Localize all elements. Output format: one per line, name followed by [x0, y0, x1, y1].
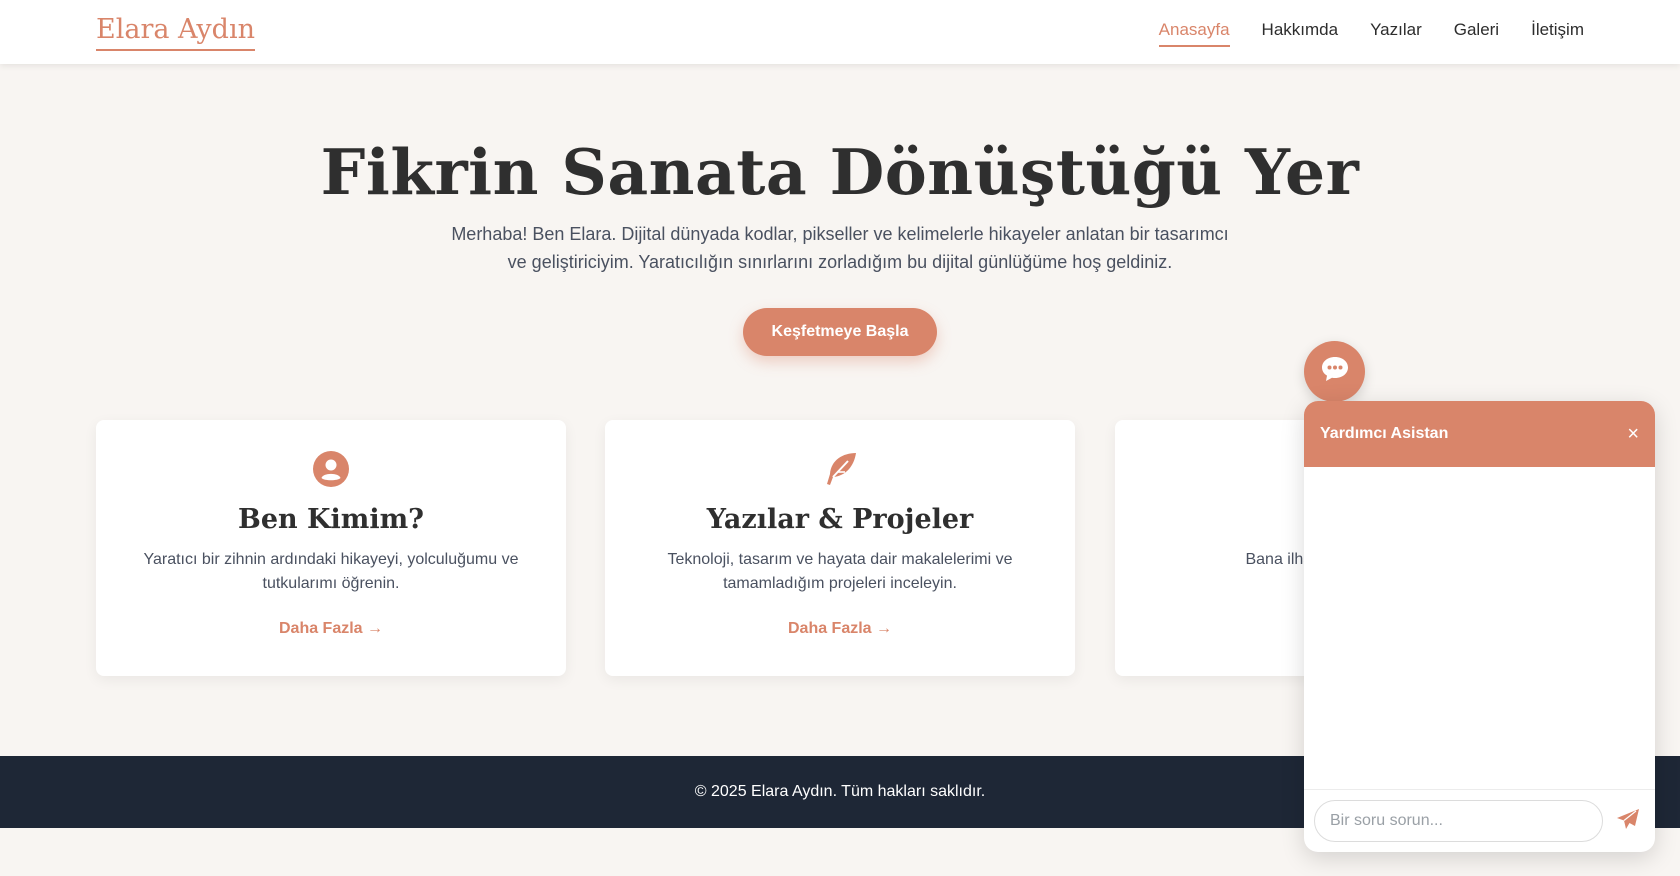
main-nav: Anasayfa Hakkımda Yazılar Galeri İletişi…	[1158, 0, 1584, 64]
chat-title: Yardımcı Asistan	[1320, 425, 1449, 442]
card-more-link[interactable]: Daha Fazla →	[96, 620, 566, 638]
card-about: Ben Kimim? Yaratıcı bir zihnin ardındaki…	[96, 420, 566, 676]
site-header: Elara Aydın Anasayfa Hakkımda Yazılar Ga…	[0, 0, 1680, 64]
copyright-text: © 2025 Elara Aydın. Tüm hakları saklıdır…	[694, 783, 986, 800]
explore-button[interactable]: Keşfetmeye Başla	[743, 308, 937, 356]
chat-bubble-icon	[1320, 355, 1350, 388]
chat-header: Yardımcı Asistan ×	[1304, 401, 1655, 467]
card-text: Teknoloji, tasarım ve hayata dair makale…	[667, 551, 1013, 592]
user-circle-icon	[96, 450, 566, 490]
nav-item-galeri[interactable]: Galeri	[1454, 18, 1499, 47]
card-text: Yaratıcı bir zihnin ardındaki hikayeyi, …	[143, 551, 519, 592]
nav-item-hakkimda[interactable]: Hakkımda	[1262, 18, 1339, 47]
nav-item-iletisim[interactable]: İletişim	[1531, 18, 1584, 47]
hero-title: Fikrin Sanata Dönüştüğü Yer	[320, 135, 1360, 209]
hero-description: Merhaba! Ben Elara. Dijital dünyada kodl…	[451, 224, 1229, 272]
card-more-link[interactable]: Daha Fazla →	[605, 620, 1075, 638]
nav-item-anasayfa[interactable]: Anasayfa	[1158, 18, 1230, 47]
chat-toggle-button[interactable]	[1304, 341, 1365, 402]
chat-messages[interactable]	[1304, 467, 1655, 789]
feather-icon	[605, 450, 1075, 490]
nav-item-yazilar[interactable]: Yazılar	[1370, 18, 1422, 47]
chat-panel: Yardımcı Asistan ×	[1304, 401, 1655, 852]
send-button[interactable]	[1611, 804, 1645, 838]
close-icon[interactable]: ×	[1627, 424, 1639, 444]
card-title: Ben Kimim?	[238, 504, 424, 535]
site-logo[interactable]: Elara Aydın	[96, 14, 255, 51]
chat-input-bar	[1304, 789, 1655, 852]
card-title: Yazılar & Projeler	[706, 504, 974, 535]
chat-input[interactable]	[1314, 800, 1603, 842]
card-posts: Yazılar & Projeler Teknoloji, tasarım ve…	[605, 420, 1075, 676]
send-icon	[1616, 808, 1640, 835]
